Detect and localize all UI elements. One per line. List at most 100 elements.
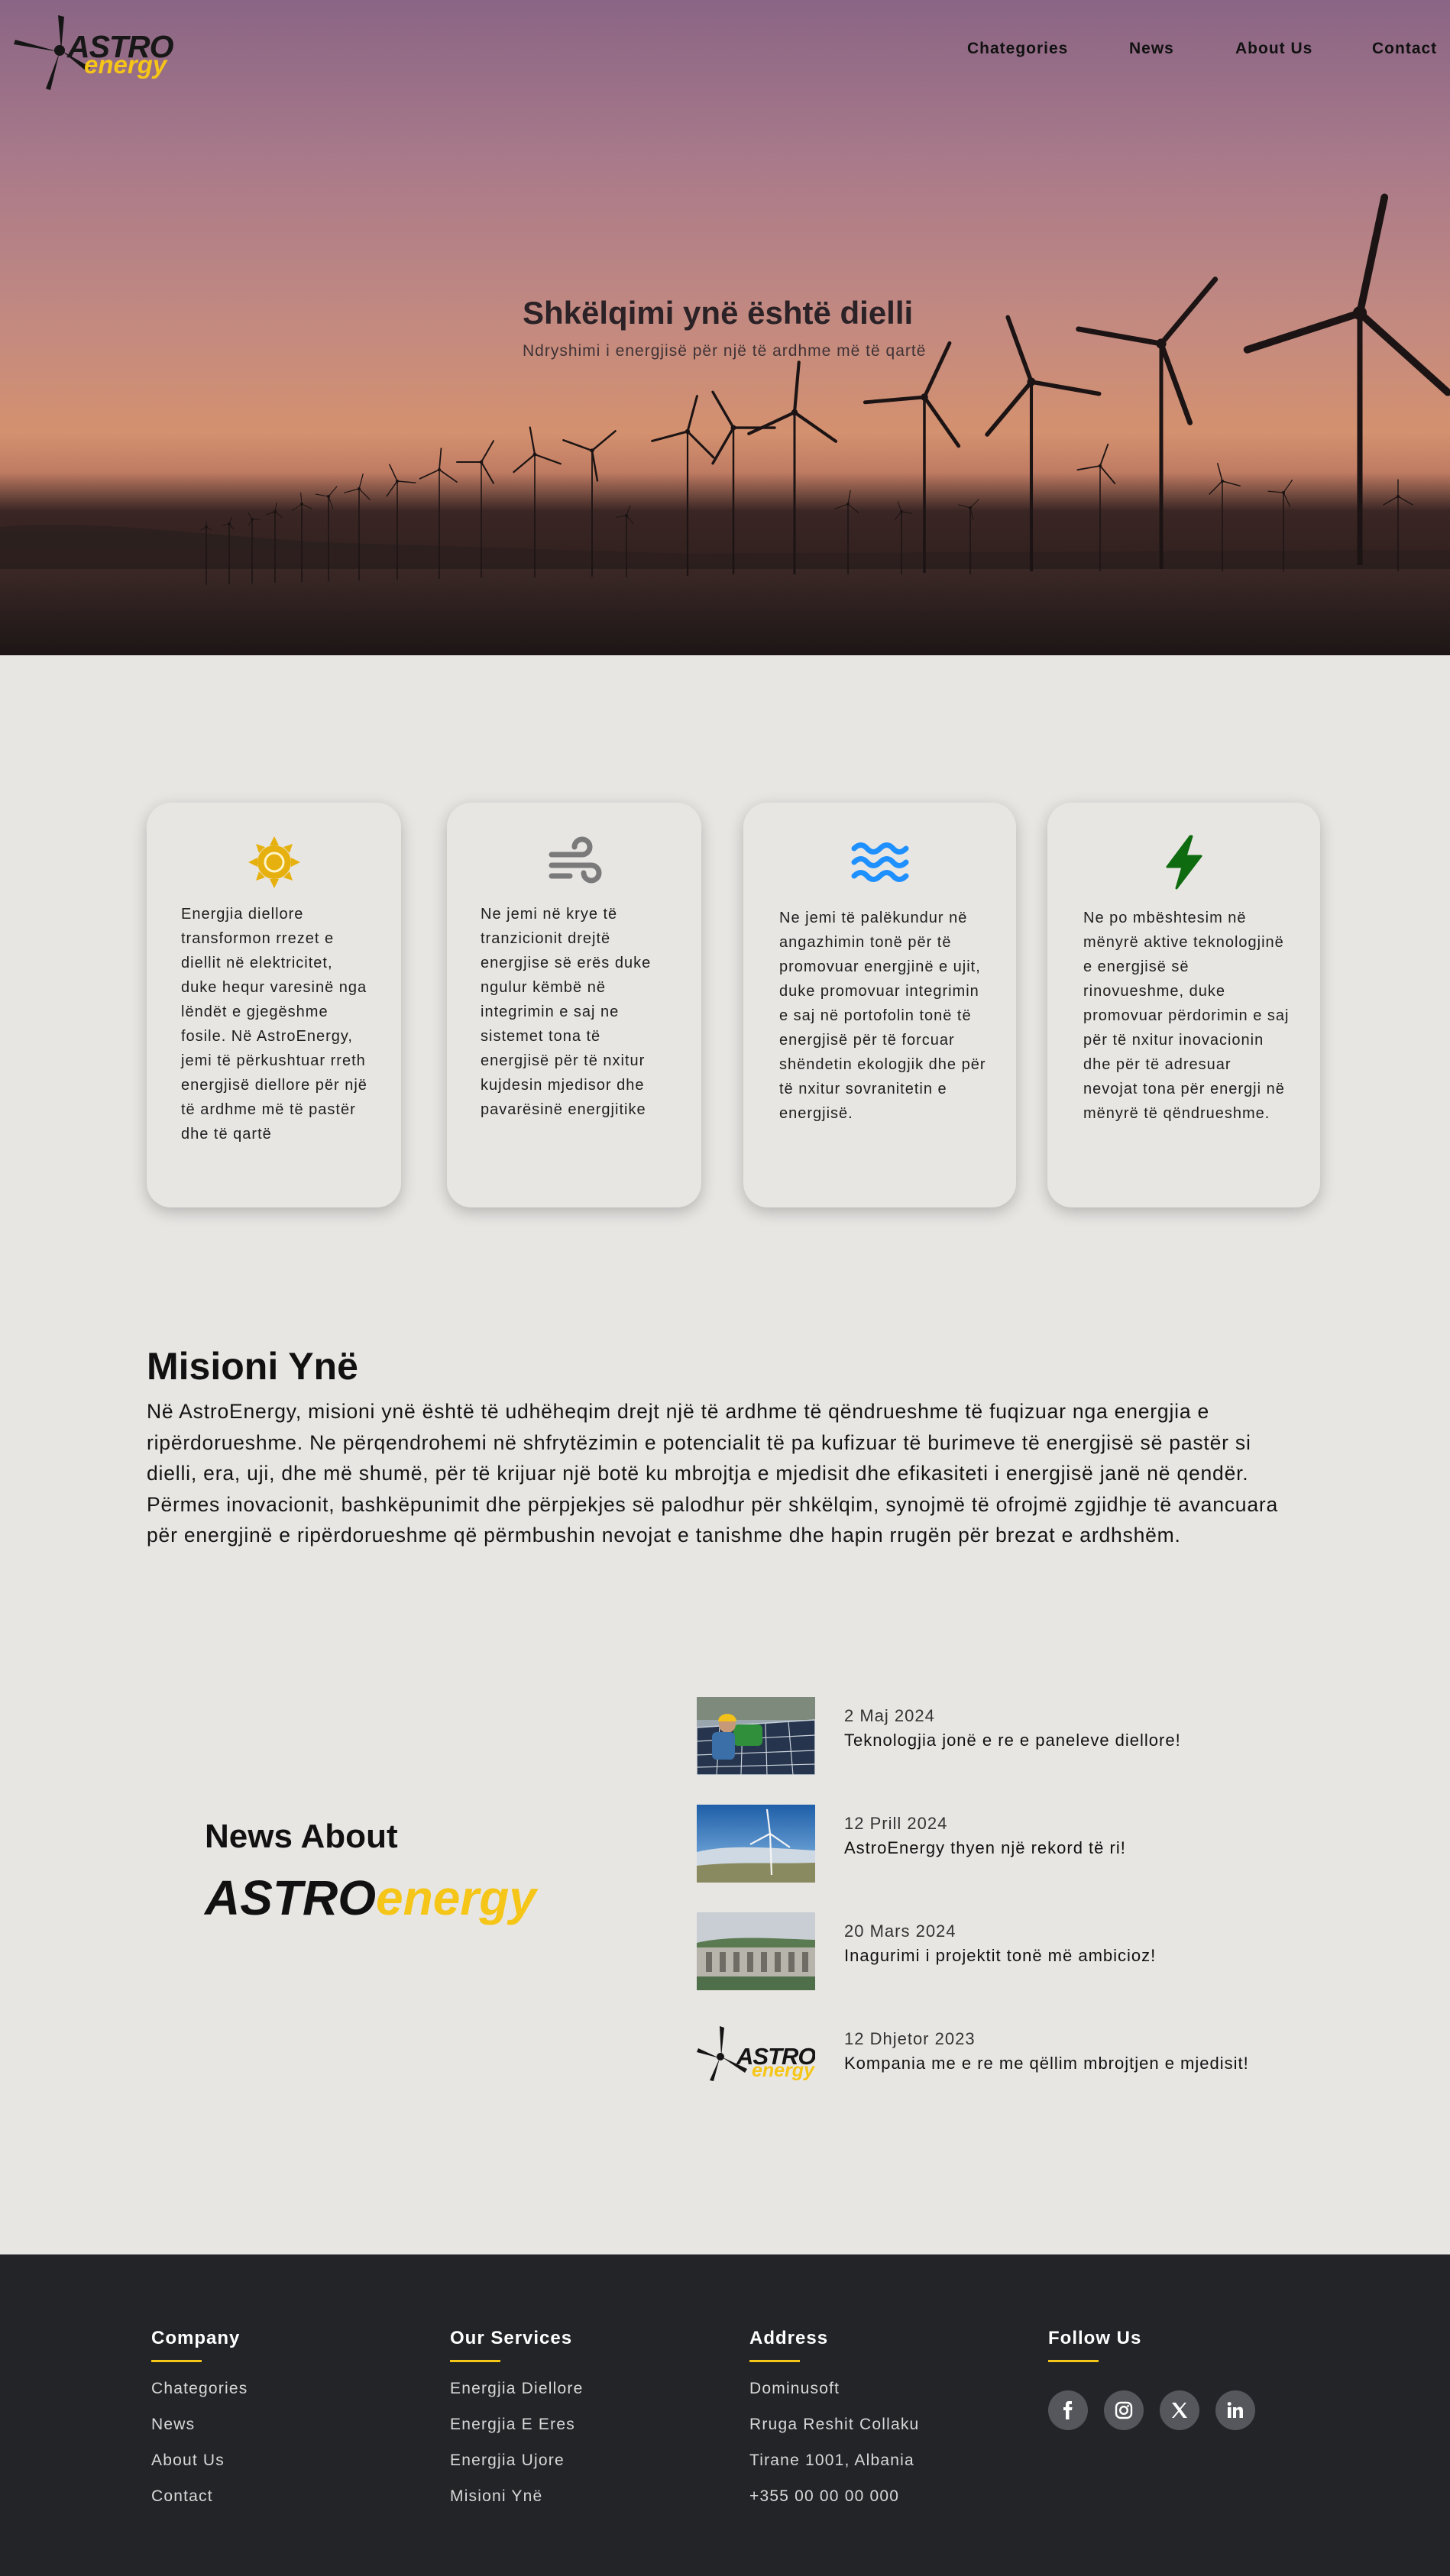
turbine-blade: [591, 449, 599, 482]
instagram-button[interactable]: [1104, 2390, 1144, 2430]
nav-contact[interactable]: Contact: [1372, 40, 1437, 58]
turbine-hub: [300, 503, 303, 506]
turbine-blade: [1099, 443, 1109, 467]
news-item[interactable]: 2 Maj 2024 Teknologjia jonë e re e panel…: [697, 1697, 1323, 1775]
turbine-hub: [205, 525, 208, 528]
turbine-blade: [651, 430, 689, 442]
news-headline[interactable]: Teknologjia jonë e re e paneleve diellor…: [844, 1731, 1181, 1750]
nav-about-us[interactable]: About Us: [1235, 40, 1312, 58]
footer-link-news[interactable]: News: [151, 2416, 248, 2434]
footer-address-line: Dominusoft: [749, 2380, 840, 2397]
turbine-blade: [834, 503, 849, 509]
news-brand: ASTROenergy: [205, 1870, 536, 1926]
footer-underline: [1048, 2360, 1099, 2362]
feature-text-solar: Energjia diellore transformon rrezet e d…: [181, 906, 367, 1143]
turbine-hub: [358, 487, 361, 490]
turbine-hub: [532, 452, 537, 457]
turbine-blade: [328, 496, 334, 509]
news-headline[interactable]: Inagurimi i projektit tonë më ambicioz!: [844, 1946, 1156, 1966]
news-heading: News About: [205, 1818, 398, 1855]
footer-address-line: Rruga Reshit Collaku: [749, 2416, 920, 2433]
turbine-blade: [1217, 463, 1223, 482]
footer-link-energjia-diellore[interactable]: Energjia Diellore: [450, 2380, 583, 2398]
turbine-blade: [1099, 465, 1116, 484]
turbine-blade: [985, 380, 1034, 437]
footer-link-energjia-ujore[interactable]: Energjia Ujore: [450, 2452, 583, 2470]
facebook-icon: [1063, 2401, 1073, 2419]
news-headline[interactable]: AstroEnergy thyen një rekord të ri!: [844, 1838, 1126, 1858]
news-date: 12 Dhjetor 2023: [844, 2029, 976, 2048]
news-thumbnail-solar-panels: [697, 1697, 815, 1775]
news-headline[interactable]: Kompania me e re me qëllim mbrojtjen e m…: [844, 2054, 1249, 2073]
turbine-blade: [1383, 496, 1399, 506]
feature-text-wind: Ne jemi në krye të tranzicionit drejtë e…: [481, 906, 652, 1118]
turbine-blade: [847, 503, 859, 514]
turbine-blade: [529, 426, 536, 456]
turbine-hub: [625, 514, 628, 517]
footer-link-misioni-yne[interactable]: Misioni Ynë: [450, 2487, 583, 2506]
turbine-hub: [685, 428, 691, 435]
turbine-blade: [922, 395, 961, 448]
news-item[interactable]: ASTRO energy 12 Dhjetor 2023 Kompania me…: [697, 2020, 1323, 2098]
feature-card-wind: Ne jemi në krye të tranzicionit drejtë e…: [447, 803, 701, 1207]
footer-services: Our Services Energjia Diellore Energjia …: [450, 2328, 583, 2506]
nav-news[interactable]: News: [1129, 40, 1174, 58]
water-icon: [851, 842, 908, 882]
news-item[interactable]: 20 Mars 2024 Inagurimi i projektit tonë …: [697, 1912, 1323, 1990]
facebook-button[interactable]: [1048, 2390, 1088, 2430]
footer-services-title: Our Services: [450, 2328, 573, 2348]
footer-address-line: Tirane 1001, Albania: [749, 2452, 914, 2469]
logo[interactable]: ASTRO energy: [14, 14, 173, 90]
turbine-blade: [344, 488, 360, 493]
turbine-blade: [969, 499, 979, 509]
turbine-hub: [396, 480, 399, 483]
footer-address-title: Address: [749, 2328, 829, 2348]
news-item[interactable]: 12 Prill 2024 AstroEnergy thyen një reko…: [697, 1805, 1323, 1883]
turbine-blade: [562, 439, 594, 452]
turbine-blade: [847, 490, 851, 505]
footer-link-contact[interactable]: Contact: [151, 2487, 248, 2506]
turbine-hub: [969, 506, 972, 509]
turbine-blade: [711, 390, 735, 429]
news-thumbnail-logo: ASTRO energy: [697, 2020, 815, 2098]
turbine-hub: [1352, 305, 1367, 321]
turbine-blade: [863, 395, 927, 405]
turbine-blade: [747, 410, 797, 435]
turbine-hub: [1397, 495, 1400, 498]
nav-chategories[interactable]: Chategories: [967, 40, 1068, 58]
mission-text: Në AstroEnergy, misioni ynë është të udh…: [147, 1400, 1279, 1547]
turbine-hub: [251, 518, 254, 521]
feature-card-solar: Energjia diellore transformon rrezet e d…: [147, 803, 401, 1207]
turbine-hub: [1156, 338, 1167, 349]
news-thumbnail-dam: [697, 1912, 815, 1990]
turbine-blade: [328, 486, 338, 497]
footer-link-energjia-e-eres[interactable]: Energjia E Eres: [450, 2416, 583, 2434]
footer-company: Company Chategories News About Us Contac…: [151, 2328, 248, 2506]
turbine-blade: [591, 430, 617, 452]
turbine-hub: [1027, 377, 1036, 386]
sun-icon: [248, 836, 300, 888]
x-button[interactable]: [1160, 2390, 1199, 2430]
turbine-blade: [481, 440, 494, 463]
turbine-blade: [958, 504, 971, 509]
turbine-blade: [922, 341, 952, 399]
x-icon: [1172, 2403, 1187, 2418]
turbine-blade: [1222, 480, 1241, 486]
turbine-blade: [1209, 480, 1223, 495]
turbine-hub: [846, 503, 850, 506]
footer-link-about-us[interactable]: About Us: [151, 2452, 248, 2470]
turbine-blade: [396, 480, 416, 483]
turbine-blade: [315, 493, 329, 497]
turbine-blade: [439, 469, 458, 483]
footer-link-chategories[interactable]: Chategories: [151, 2380, 248, 2398]
hero-title: Shkëlqimi ynë është dielli: [523, 295, 914, 331]
turbine-blade: [1283, 492, 1291, 507]
linkedin-button[interactable]: [1215, 2390, 1255, 2430]
hero-subtitle: Ndryshimi i energjisë për një të ardhme …: [523, 342, 927, 360]
turbine-blade: [358, 474, 364, 490]
turbine-blade: [389, 464, 398, 482]
feature-card-renewable: Ne po mbështesim në mënyrë aktive teknol…: [1047, 803, 1320, 1207]
instagram-icon: [1115, 2401, 1133, 2419]
footer-underline: [749, 2360, 800, 2362]
turbine-hub: [327, 495, 330, 498]
